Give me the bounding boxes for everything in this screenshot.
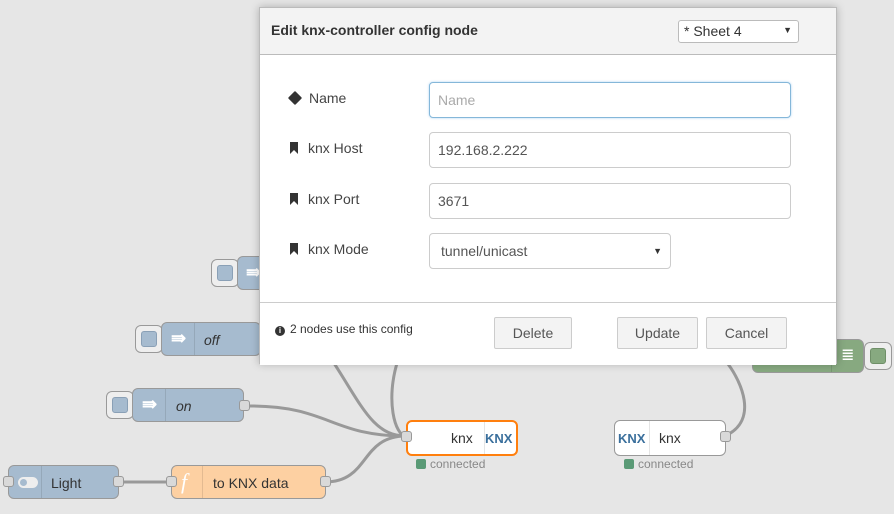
mode-select-value: tunnel/unicast (441, 243, 528, 259)
port-input[interactable] (429, 183, 791, 219)
dialog-header: Edit knx-controller config node * Sheet … (260, 8, 836, 55)
list-icon: ≣ (841, 347, 855, 364)
edit-config-dialog: Edit knx-controller config node * Sheet … (259, 7, 837, 365)
node-label: off (204, 332, 220, 348)
usage-info: i2 nodes use this config (275, 322, 413, 336)
inject-trigger-button[interactable] (106, 391, 134, 419)
function-icon: f (181, 469, 188, 494)
knx-node-body[interactable]: knx KNX (406, 420, 518, 456)
knx-logo-icon: KNX (485, 431, 513, 446)
output-port[interactable] (113, 476, 124, 487)
sheet-select-value: * Sheet 4 (684, 23, 742, 39)
sheet-select[interactable]: * Sheet 4 ▼ (678, 20, 799, 43)
tag-icon (287, 90, 303, 106)
input-port[interactable] (3, 476, 14, 487)
node-label: knx (659, 430, 681, 446)
update-button[interactable]: Update (617, 317, 698, 349)
flow-workspace[interactable]: ⇛ ⇛ off ⇛ on Light f to KNX data knx KNX… (0, 0, 894, 514)
name-input[interactable] (429, 82, 791, 118)
delete-button[interactable]: Delete (494, 317, 572, 349)
wire-on-to-knx (248, 404, 407, 438)
arrow-right-icon: ⇛ (142, 394, 158, 414)
dialog-footer: i2 nodes use this config Delete Update C… (260, 302, 836, 365)
node-label: knx (451, 430, 473, 446)
bookmark-icon (290, 243, 298, 255)
function-node-body[interactable]: f to KNX data (171, 465, 326, 499)
knx-logo-icon: KNX (618, 431, 646, 446)
mode-select[interactable]: tunnel/unicast ▼ (429, 233, 671, 269)
caret-down-icon: ▼ (783, 25, 792, 35)
host-label: knx Host (288, 140, 362, 156)
name-label: Name (287, 90, 346, 106)
inject-trigger-button[interactable] (211, 259, 239, 287)
bookmark-icon (290, 193, 298, 205)
node-status: connected (624, 457, 693, 471)
caret-down-icon: ▼ (653, 246, 662, 256)
toggle-icon (18, 477, 38, 488)
port-label: knx Port (288, 191, 359, 207)
node-label: Light (51, 475, 82, 491)
output-port[interactable] (720, 431, 731, 442)
debug-toggle-button[interactable] (864, 342, 892, 370)
output-port[interactable] (320, 476, 331, 487)
info-icon: i (275, 326, 285, 336)
inject-node-body[interactable]: ⇛ off (161, 322, 261, 356)
arrow-right-icon: ⇛ (171, 328, 187, 348)
switch-node-body[interactable]: Light (8, 465, 119, 499)
inject-trigger-button[interactable] (135, 325, 163, 353)
cancel-button[interactable]: Cancel (706, 317, 787, 349)
node-label: on (176, 398, 192, 414)
host-input[interactable] (429, 132, 791, 168)
input-port[interactable] (401, 431, 412, 442)
wire-upper-to-knx (390, 359, 407, 438)
input-port[interactable] (166, 476, 177, 487)
mode-label: knx Mode (288, 241, 369, 257)
node-status: connected (416, 457, 485, 471)
node-label: to KNX data (213, 475, 289, 491)
bookmark-icon (290, 142, 298, 154)
wire-knx-in-to-debug (724, 363, 747, 438)
knx-node-body[interactable]: KNX knx (614, 420, 726, 456)
dialog-title: Edit knx-controller config node (271, 22, 478, 38)
wire-function-to-knx (324, 434, 407, 484)
output-port[interactable] (239, 400, 250, 411)
inject-node-body[interactable]: ⇛ on (132, 388, 244, 422)
